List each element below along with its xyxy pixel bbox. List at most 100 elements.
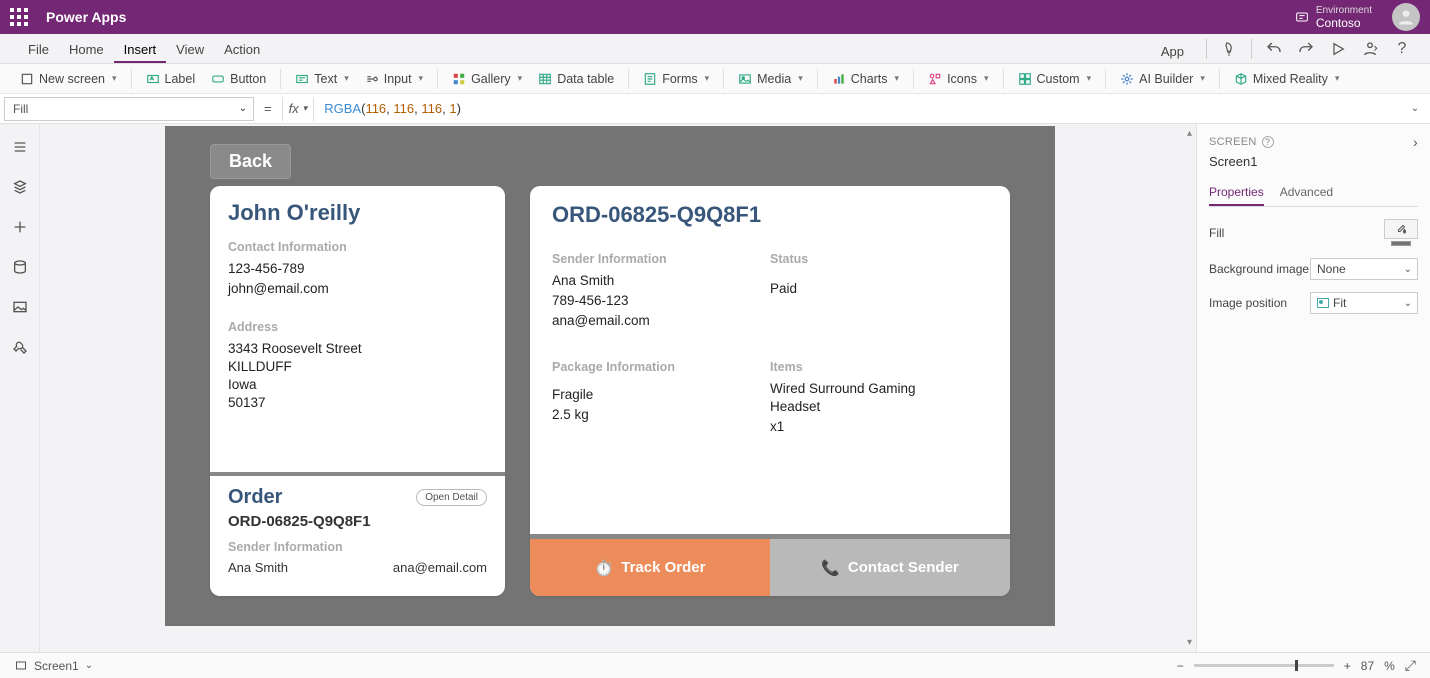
sender-name: Ana Smith xyxy=(552,272,770,290)
mixedreality-icon xyxy=(1234,72,1248,86)
ribbon-input[interactable]: Input▾ xyxy=(359,69,429,89)
ribbon-text[interactable]: Text▾ xyxy=(289,69,354,89)
fx-button[interactable]: fx▾ xyxy=(282,97,315,121)
status-bar: Screen1 ⌄ − + 87 % ⤢ xyxy=(0,652,1430,678)
ribbon-button[interactable]: Button xyxy=(205,69,272,89)
icons-icon xyxy=(928,72,942,86)
customer-card: John O'reilly Contact Information 123-45… xyxy=(210,186,505,476)
property-selector[interactable]: Fill ⌄ xyxy=(4,97,254,121)
contact-heading: Contact Information xyxy=(228,240,487,254)
ribbon-charts[interactable]: Charts▾ xyxy=(826,69,905,89)
order-mini-card: Order Open Detail ORD-06825-Q9Q8F1 Sende… xyxy=(210,476,505,596)
formula-bar: Fill ⌄ = fx▾ RGBA(116, 116, 116, 1) ⌄ xyxy=(0,94,1430,124)
formula-input[interactable]: RGBA(116, 116, 116, 1) xyxy=(314,101,1400,117)
scroll-up-icon[interactable]: ▴ xyxy=(1187,128,1192,139)
ribbon-mixedreality[interactable]: Mixed Reality▾ xyxy=(1228,69,1346,89)
media-icon xyxy=(738,72,752,86)
open-detail-button[interactable]: Open Detail xyxy=(416,489,487,506)
tree-view-icon[interactable] xyxy=(11,178,29,196)
ribbon-text-label: Text xyxy=(314,72,337,86)
menu-insert[interactable]: Insert xyxy=(114,36,167,63)
ribbon-mixedreality-label: Mixed Reality xyxy=(1253,72,1328,86)
chevron-down-icon: ⌄ xyxy=(239,103,247,114)
app-name: Power Apps xyxy=(46,9,126,25)
package-l2: 2.5 kg xyxy=(552,406,770,424)
screen-selector[interactable]: Screen1 ⌄ xyxy=(14,659,93,673)
address-zip: 50137 xyxy=(228,394,487,412)
tab-advanced[interactable]: Advanced xyxy=(1280,185,1333,206)
back-button[interactable]: Back xyxy=(210,144,291,179)
ribbon-forms[interactable]: Forms▾ xyxy=(637,69,715,89)
tools-icon[interactable] xyxy=(11,338,29,356)
scroll-down-icon[interactable]: ▾ xyxy=(1187,637,1192,648)
canvas-area[interactable]: ▴ ▾ Back John O'reilly Contact Informati… xyxy=(40,124,1196,652)
environment-value: Contoso xyxy=(1316,17,1372,30)
menu-home[interactable]: Home xyxy=(59,36,114,63)
order-number: ORD-06825-Q9Q8F1 xyxy=(552,202,988,228)
address-city: KILLDUFF xyxy=(228,358,487,376)
item-qty: x1 xyxy=(770,418,988,436)
ribbon-new-screen-label: New screen xyxy=(39,72,105,86)
button-icon xyxy=(211,72,225,86)
help-icon[interactable]: ? xyxy=(1392,39,1412,59)
prop-bg-label: Background image xyxy=(1209,262,1310,276)
ribbon-label-text: Label xyxy=(165,72,196,86)
environment-picker[interactable]: Environment Contoso xyxy=(1294,4,1372,30)
user-avatar[interactable] xyxy=(1392,3,1420,31)
menu-action[interactable]: Action xyxy=(214,36,270,63)
prop-fill-label: Fill xyxy=(1209,226,1384,240)
tab-properties[interactable]: Properties xyxy=(1209,185,1264,206)
app-launcher-icon[interactable] xyxy=(10,8,28,26)
ribbon-media[interactable]: Media▾ xyxy=(732,69,809,89)
menu-file[interactable]: File xyxy=(18,36,59,63)
prop-imgpos-select[interactable]: Fit⌄ xyxy=(1310,292,1418,314)
formula-expand-icon[interactable]: ⌄ xyxy=(1400,103,1430,114)
prop-imgpos-label: Image position xyxy=(1209,296,1310,310)
new-screen-icon xyxy=(20,72,34,86)
screen-icon xyxy=(14,660,28,672)
hamburger-icon[interactable] xyxy=(11,138,29,156)
ribbon-label[interactable]: Label xyxy=(140,69,202,89)
app-canvas[interactable]: Back John O'reilly Contact Information 1… xyxy=(165,126,1055,626)
prop-bg-select[interactable]: None⌄ xyxy=(1310,258,1418,280)
help-badge-icon[interactable]: ? xyxy=(1262,136,1274,148)
ribbon-gallery[interactable]: Gallery▾ xyxy=(446,69,528,89)
data-icon[interactable] xyxy=(11,258,29,276)
sender-email: ana@email.com xyxy=(552,312,770,330)
ribbon-icons[interactable]: Icons▾ xyxy=(922,69,994,89)
track-order-button[interactable]: ⏱️ Track Order xyxy=(530,539,770,596)
undo-icon[interactable] xyxy=(1264,39,1284,59)
ribbon-aibuilder[interactable]: AI Builder▾ xyxy=(1114,69,1211,89)
ribbon-datatable[interactable]: Data table xyxy=(532,69,620,89)
redo-icon[interactable] xyxy=(1296,39,1316,59)
share-icon[interactable] xyxy=(1360,39,1380,59)
menu-view[interactable]: View xyxy=(166,36,214,63)
ribbon-custom[interactable]: Custom▾ xyxy=(1012,69,1098,89)
address-heading: Address xyxy=(228,320,487,334)
address-state: Iowa xyxy=(228,376,487,394)
contact-sender-button[interactable]: 📞 Contact Sender xyxy=(770,539,1010,596)
status-value: Paid xyxy=(770,280,988,298)
ribbon-charts-label: Charts xyxy=(851,72,888,86)
package-l1: Fragile xyxy=(552,386,770,404)
panel-collapse-icon[interactable]: › xyxy=(1413,134,1418,150)
zoom-in-icon[interactable]: + xyxy=(1344,659,1351,673)
ribbon-new-screen[interactable]: New screen▾ xyxy=(14,69,123,89)
play-icon[interactable] xyxy=(1328,39,1348,59)
left-rail xyxy=(0,124,40,652)
zoom-slider[interactable] xyxy=(1194,664,1334,667)
order-mini-sender-name: Ana Smith xyxy=(228,560,288,575)
fill-color-swatch xyxy=(1391,241,1411,246)
fit-to-window-icon[interactable]: ⤢ xyxy=(1405,657,1416,674)
ribbon-gallery-label: Gallery xyxy=(471,72,511,86)
media-rail-icon[interactable] xyxy=(11,298,29,316)
zoom-out-icon[interactable]: − xyxy=(1177,659,1184,673)
checker-icon[interactable] xyxy=(1219,39,1239,59)
fill-color-button[interactable] xyxy=(1384,219,1418,239)
ribbon-media-label: Media xyxy=(757,72,791,86)
items-heading: Items xyxy=(770,360,988,374)
add-icon[interactable] xyxy=(11,218,29,236)
customer-email: john@email.com xyxy=(228,280,487,298)
custom-icon xyxy=(1018,72,1032,86)
menu-app[interactable]: App xyxy=(1151,38,1194,59)
